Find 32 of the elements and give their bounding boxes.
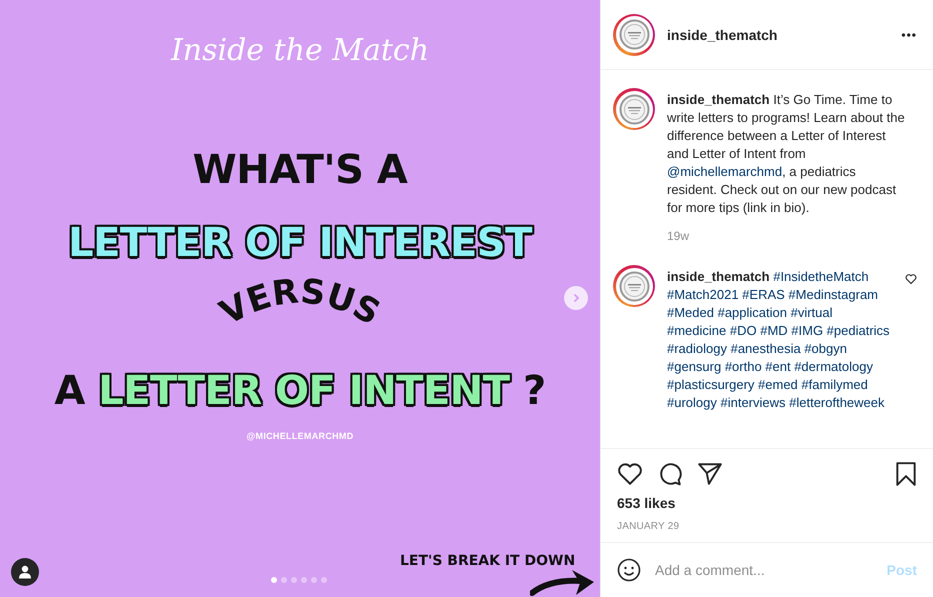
likes-count[interactable]: 653 likes xyxy=(601,487,933,511)
comment-text: inside_thematch It’s Go Time. Time to write letters to programs! Learn about the difference between a Letter of Interest and Letter of Intent from @michellemarchmd, a pediatrics resident. Check out on our new podcast for more tips (link in bio). xyxy=(667,91,905,217)
comment-time: 19w xyxy=(667,229,690,243)
credit-text: @MICHELLEMARCHMD xyxy=(246,431,354,441)
slide-heading: LETTER OF INTEREST xyxy=(68,223,532,263)
heart-icon[interactable] xyxy=(617,461,643,487)
slide-heading: A LETTER OF INTENT ? xyxy=(54,371,546,411)
arrow-drawing xyxy=(530,570,594,596)
avatar-icon[interactable] xyxy=(613,88,655,130)
carousel-dot[interactable] xyxy=(311,577,317,583)
avatar-icon[interactable] xyxy=(613,265,655,307)
comment-text: inside_thematch #InsidetheMatch #Match2021 #ERAS #Medinstagram #Meded #application #virtual #medicine #DO #MD #IMG #pediatrics #radiology #anesthesia #obgyn #gensurg #ortho #ent #dermatology #plasticsurgery #emed #familymed #urology #interviews #letteroftheweek xyxy=(667,268,891,412)
user-tag-icon[interactable] xyxy=(11,558,39,586)
arched-word: VERSUS xyxy=(214,275,387,334)
carousel-dot[interactable] xyxy=(281,577,287,583)
more-options-button[interactable]: ••• xyxy=(901,28,917,42)
username-link[interactable]: inside_thematch xyxy=(667,269,770,284)
share-icon[interactable] xyxy=(697,461,723,487)
slide-footer: LET'S BREAK IT DOWN xyxy=(400,553,576,569)
avatar-icon[interactable] xyxy=(613,14,655,56)
slide-title: Inside the Match xyxy=(170,32,430,70)
carousel-dot[interactable] xyxy=(271,577,277,583)
carousel-dot[interactable] xyxy=(301,577,307,583)
username-link[interactable]: inside_thematch xyxy=(667,92,770,107)
post-date: JANUARY 29 xyxy=(601,511,933,543)
emoji-icon[interactable] xyxy=(617,558,641,582)
mention-link[interactable]: @michellemarchmd xyxy=(667,164,782,179)
slide-heading: WHAT'S A xyxy=(192,150,408,190)
heart-icon[interactable] xyxy=(905,273,917,285)
carousel-dot[interactable] xyxy=(321,577,327,583)
carousel-dot[interactable] xyxy=(291,577,297,583)
username[interactable]: inside_thematch xyxy=(667,26,890,42)
